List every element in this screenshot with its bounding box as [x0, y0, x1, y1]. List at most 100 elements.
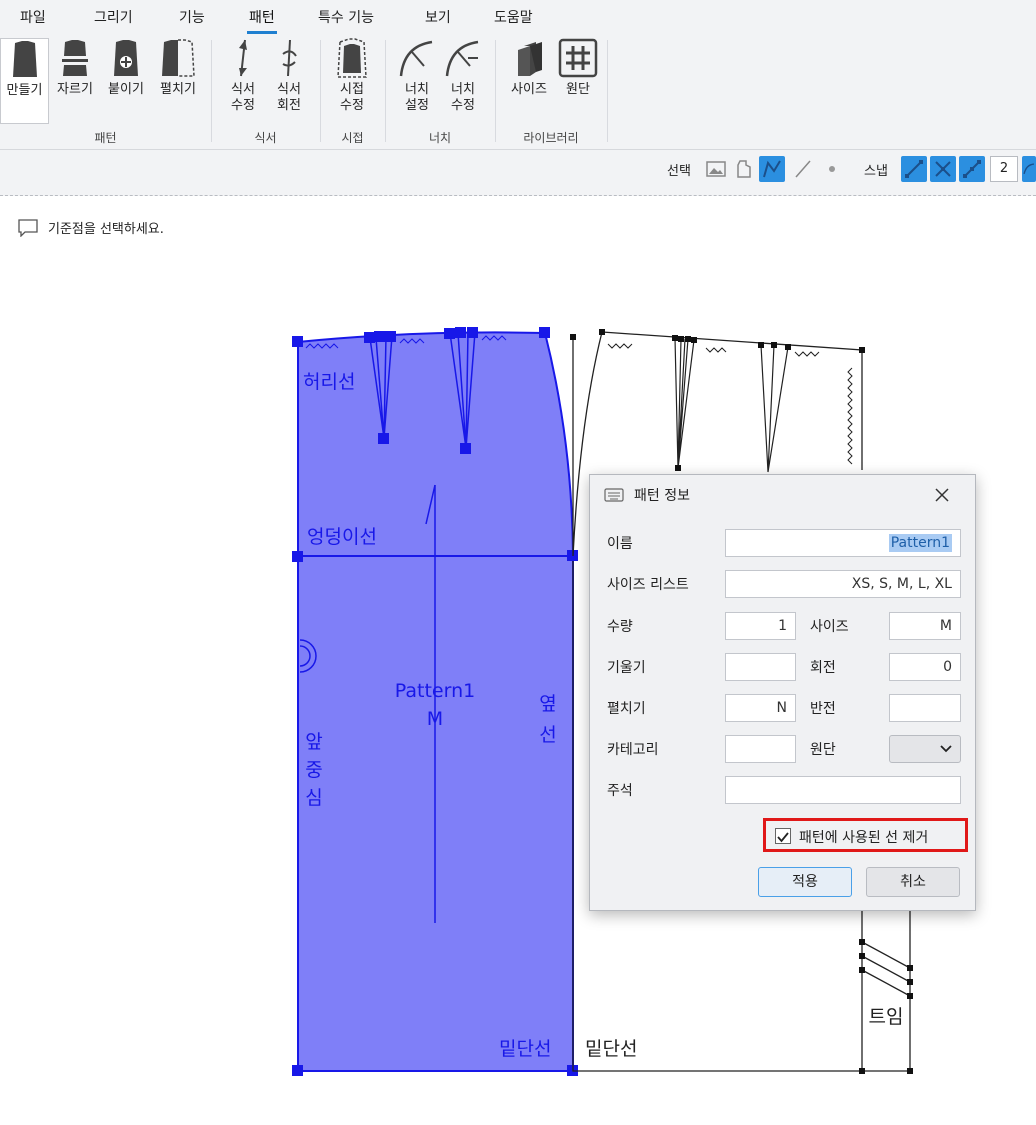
snap-segment-button[interactable] [959, 156, 985, 182]
check-icon [777, 832, 789, 843]
sub-toolbar: 선택 스냅 2 [0, 150, 1036, 196]
menu-special-function[interactable]: 특수 기능 [318, 7, 374, 27]
pattern-outline-icon [737, 160, 751, 178]
cut-pattern-label: 자르기 [57, 82, 93, 97]
category-input[interactable] [725, 735, 796, 763]
unfold-label: 펼치기 [607, 701, 646, 717]
keyboard-icon [604, 488, 624, 502]
notch-set-icon [399, 40, 433, 77]
grainline-rotate-label-1: 식서 [277, 82, 301, 97]
snap-endpoint-icon [905, 160, 923, 178]
group-label-grainline: 식서 [254, 131, 277, 145]
seam-allowance-label-1: 시접 [340, 82, 364, 97]
notch-edit-icon [445, 40, 479, 77]
note-input[interactable] [725, 776, 961, 804]
select-point-button[interactable] [819, 156, 845, 182]
size-input[interactable]: M [889, 612, 961, 640]
group-label-library: 라이브러리 [523, 131, 579, 145]
select-label: 선택 [667, 164, 691, 179]
snap-intersection-icon [935, 161, 951, 177]
line-icon [795, 160, 811, 178]
menu-pattern[interactable]: 패턴 [247, 7, 277, 34]
notch-edit-label-1: 너치 [451, 82, 475, 97]
hem-label-selected: 밑단선 [499, 1038, 551, 1060]
remove-lines-label[interactable]: 패턴에 사용된 선 제거 [799, 827, 928, 847]
fabric-library-label: 원단 [566, 82, 590, 97]
size-library-button[interactable]: 사이즈 [504, 38, 554, 124]
notch-edit-button[interactable]: 너치 수정 [441, 38, 485, 124]
seam-allowance-button[interactable]: 시접 수정 [330, 38, 374, 124]
remove-lines-checkbox[interactable] [775, 828, 791, 844]
quantity-input[interactable]: 1 [725, 612, 796, 640]
snap-count-input[interactable]: 2 [990, 156, 1018, 182]
group-label-pattern: 패턴 [94, 131, 117, 145]
waistline-label: 허리선 [303, 371, 355, 393]
select-pattern-button[interactable] [731, 156, 757, 182]
cancel-button[interactable]: 취소 [866, 867, 960, 897]
cut-pattern-button[interactable]: 자르기 [51, 38, 99, 124]
notch-edit-label-2: 수정 [451, 98, 475, 113]
grainline-rotate-button[interactable]: 식서 회전 [268, 38, 310, 124]
grainline-rotate-icon [282, 39, 297, 77]
menu-help[interactable]: 도움말 [494, 7, 533, 27]
attach-pattern-button[interactable]: 붙이기 [101, 38, 151, 124]
rotation-input[interactable]: 0 [889, 653, 961, 681]
group-label-notch: 너치 [428, 131, 452, 145]
separator [385, 40, 386, 142]
separator [211, 40, 212, 142]
dialog-title-bar: 패턴 정보 [604, 485, 690, 505]
slit-lines [861, 941, 911, 997]
fabric-library-button[interactable]: 원단 [556, 38, 600, 124]
slope-input[interactable] [725, 653, 796, 681]
flip-input[interactable] [889, 694, 961, 722]
separator [495, 40, 496, 142]
snap-segment-icon [963, 160, 981, 178]
snap-intersection-button[interactable] [930, 156, 956, 182]
quantity-label: 수량 [607, 619, 633, 635]
create-pattern-icon [12, 41, 37, 77]
center-front-label-1: 앞 [305, 731, 322, 753]
rotation-label: 회전 [810, 660, 836, 676]
grainline-rotate-label-2: 회전 [277, 98, 301, 113]
snap-endpoint-button[interactable] [901, 156, 927, 182]
create-pattern-button[interactable]: 만들기 [0, 38, 49, 124]
flip-label: 반전 [810, 701, 836, 717]
notch-set-button[interactable]: 너치 설정 [395, 38, 439, 124]
attach-pattern-icon [114, 40, 138, 76]
select-polyline-button[interactable] [759, 156, 785, 182]
size-list-input[interactable]: XS, S, M, L, XL [725, 570, 961, 598]
grainline-edit-button[interactable]: 식서 수정 [222, 38, 264, 124]
name-input[interactable]: Pattern1 [725, 529, 961, 557]
chevron-down-icon [940, 745, 952, 753]
menu-bar: 파일 그리기 기능 패턴 특수 기능 보기 도움말 [0, 0, 1036, 34]
unfold-pattern-icon [162, 39, 195, 77]
unfold-pattern-button[interactable]: 펼치기 [153, 38, 203, 124]
remove-lines-highlight: 패턴에 사용된 선 제거 [763, 818, 968, 852]
hem-label-back: 밑단선 [585, 1038, 637, 1060]
image-icon [706, 161, 726, 177]
back-dart-2 [760, 344, 789, 473]
pattern-size-label: M [427, 708, 443, 730]
menu-view[interactable]: 보기 [425, 7, 451, 27]
back-dart-1 [674, 337, 695, 469]
seam-allowance-icon [337, 38, 367, 78]
name-value: Pattern1 [888, 534, 952, 552]
menu-function[interactable]: 기능 [179, 7, 205, 27]
pattern-name-label: Pattern1 [395, 680, 475, 702]
close-icon[interactable] [931, 484, 953, 506]
menu-file[interactable]: 파일 [20, 7, 46, 27]
fabric-select[interactable] [889, 735, 961, 763]
snap-curve-button[interactable] [1022, 156, 1036, 182]
slit-label: 트임 [869, 1006, 904, 1028]
unfold-input[interactable]: N [725, 694, 796, 722]
select-line-button[interactable] [790, 156, 816, 182]
center-front-label-2: 중 [305, 759, 322, 781]
menu-draw[interactable]: 그리기 [94, 7, 133, 27]
unfold-pattern-label: 펼치기 [160, 82, 196, 97]
center-front-label-3: 심 [305, 787, 322, 809]
select-image-button[interactable] [703, 156, 729, 182]
fabric-label: 원단 [810, 742, 836, 758]
attach-pattern-label: 붙이기 [108, 82, 144, 97]
note-label: 주석 [607, 783, 633, 799]
apply-button[interactable]: 적용 [758, 867, 852, 897]
